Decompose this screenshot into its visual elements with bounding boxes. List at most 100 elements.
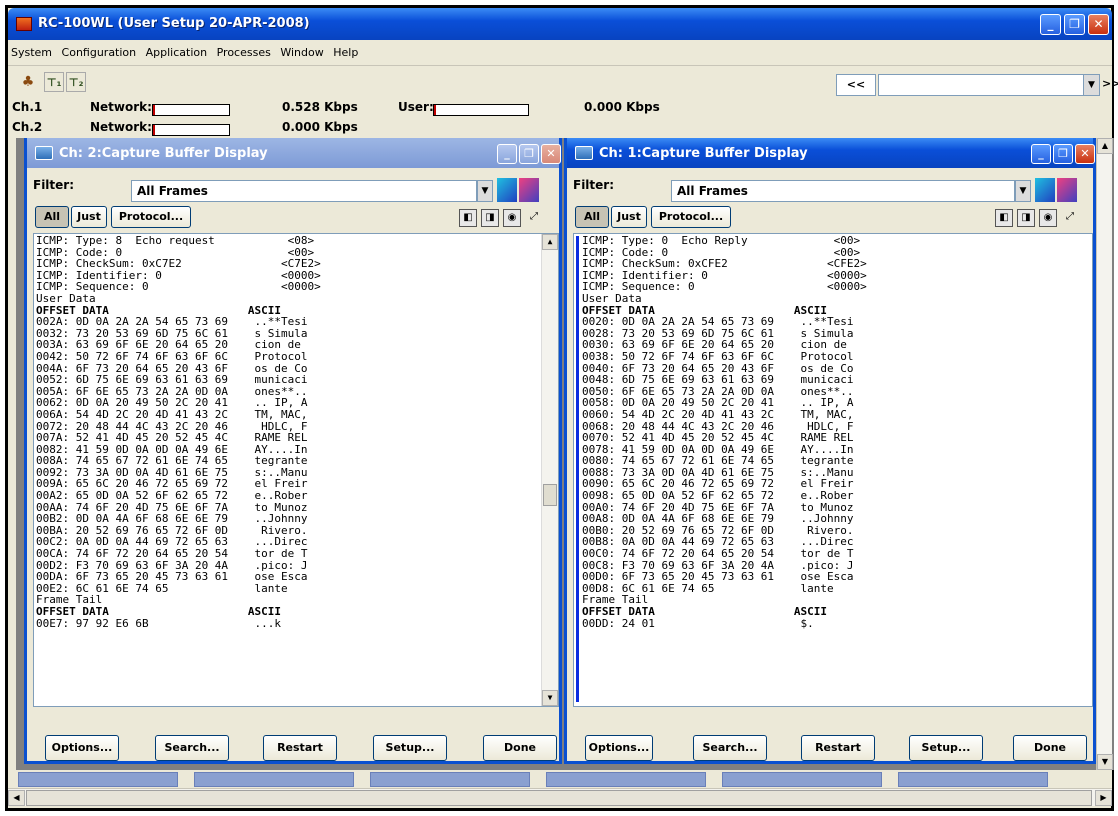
window-close-button[interactable]: ✕	[541, 144, 561, 164]
dump-line[interactable]: 00CA: 74 6F 72 20 64 65 20 54 tor de T	[36, 548, 558, 560]
capture-dump[interactable]: ICMP: Type: 0 Echo Reply <00> ICMP: Code:…	[573, 233, 1093, 707]
filter-edit-icon[interactable]	[497, 178, 517, 202]
dump-line[interactable]: 0038: 50 72 6F 74 6F 63 6F 6C Protocol	[582, 351, 1092, 363]
just-button[interactable]: Just	[611, 206, 647, 228]
close-button[interactable]: ✕	[1088, 14, 1109, 35]
dump-line[interactable]: 002A: 0D 0A 2A 2A 54 65 73 69 ..**Tesi	[36, 316, 558, 328]
dump-line[interactable]: 0098: 65 0D 0A 52 6F 62 65 72 e..Rober	[582, 490, 1092, 502]
scroll-thumb[interactable]	[543, 484, 557, 506]
dump-scrollbar[interactable]: ▲ ▼	[541, 234, 558, 706]
channel-2-icon[interactable]: ⊤₂	[66, 72, 86, 92]
dump-line[interactable]: 00E7: 97 92 E6 6B ...k	[36, 617, 558, 630]
menu-window[interactable]: Window	[277, 40, 326, 59]
capture-window-ch1[interactable]: Ch: 1:Capture Buffer Display _ ❐ ✕ Filte…	[564, 138, 1096, 764]
minimized-window[interactable]	[194, 772, 354, 787]
dump-line[interactable]: 0052: 6D 75 6E 69 63 61 63 69 municaci	[36, 374, 558, 386]
done-button[interactable]: Done	[1013, 735, 1087, 761]
menu-application[interactable]: Application	[143, 40, 210, 59]
dump-line[interactable]: 00A2: 65 0D 0A 52 6F 62 65 72 e..Rober	[36, 490, 558, 502]
user-setup-icon[interactable]: ♣	[18, 72, 38, 92]
nav-dropdown-arrow[interactable]: ▼	[1083, 74, 1100, 96]
dump-line[interactable]: 00C0: 74 6F 72 20 64 65 20 54 tor de T	[582, 548, 1092, 560]
nav-next-button[interactable]: >>	[1102, 74, 1118, 96]
window-minimize-button[interactable]: _	[497, 144, 517, 164]
dump-line[interactable]: 0070: 52 41 4D 45 20 52 45 4C RAME REL	[582, 432, 1092, 444]
dump-line[interactable]: ICMP: Type: 0 Echo Reply <00>	[582, 235, 1092, 247]
search-button[interactable]: Search...	[693, 735, 767, 761]
minimized-window[interactable]	[370, 772, 530, 787]
window-maximize-button[interactable]: ❐	[1053, 144, 1073, 164]
dump-line[interactable]: 00E2: 6C 61 6E 74 65 lante	[36, 583, 558, 595]
nav-input[interactable]	[878, 74, 1084, 96]
search-back-icon[interactable]: ◧	[995, 209, 1013, 227]
dump-line[interactable]: ICMP: Sequence: 0 <0000>	[36, 281, 558, 293]
horizontal-scrollbar[interactable]: ◀ ▶	[8, 788, 1112, 806]
zoom-icon[interactable]: ◉	[1039, 209, 1057, 227]
minimized-window[interactable]	[18, 772, 178, 787]
search-forward-icon[interactable]: ◨	[1017, 209, 1035, 227]
setup-button[interactable]: Setup...	[373, 735, 447, 761]
filter-select[interactable]: All Frames	[131, 180, 477, 202]
window-maximize-button[interactable]: ❐	[519, 144, 539, 164]
dump-line[interactable]: 0042: 50 72 6F 74 6F 63 6F 6C Protocol	[36, 351, 558, 363]
scroll-down-arrow[interactable]: ▼	[542, 690, 558, 706]
filter-dropdown-arrow[interactable]: ▼	[1015, 180, 1031, 202]
dump-line[interactable]: OFFSET DATA ASCII	[582, 606, 1092, 618]
dump-line[interactable]: User Data	[36, 293, 558, 305]
dump-line[interactable]: ICMP: Sequence: 0 <0000>	[582, 281, 1092, 293]
menu-processes[interactable]: Processes	[214, 40, 274, 59]
window-close-button[interactable]: ✕	[1075, 144, 1095, 164]
protocol-button[interactable]: Protocol...	[111, 206, 191, 228]
mdi-vertical-scrollbar[interactable]: ▲ ▼	[1096, 138, 1113, 770]
dump-line[interactable]: 007A: 52 41 4D 45 20 52 45 4C RAME REL	[36, 432, 558, 444]
dump-line[interactable]: OFFSET DATA ASCII	[36, 606, 558, 618]
filter-protocol-icon[interactable]	[1057, 178, 1077, 202]
search-back-icon[interactable]: ◧	[459, 209, 477, 227]
restart-button[interactable]: Restart	[263, 735, 337, 761]
mdi-scroll-up-arrow[interactable]: ▲	[1097, 138, 1113, 154]
search-forward-icon[interactable]: ◨	[481, 209, 499, 227]
filter-protocol-icon[interactable]	[519, 178, 539, 202]
dump-line[interactable]: User Data	[582, 293, 1092, 305]
capture-window-titlebar[interactable]: Ch: 1:Capture Buffer Display _ ❐ ✕	[567, 138, 1095, 168]
options-button[interactable]: Options...	[585, 735, 653, 761]
setup-button[interactable]: Setup...	[909, 735, 983, 761]
protocol-button[interactable]: Protocol...	[651, 206, 731, 228]
minimize-button[interactable]: _	[1040, 14, 1061, 35]
maximize-button[interactable]: ❐	[1064, 14, 1085, 35]
filter-edit-icon[interactable]	[1035, 178, 1055, 202]
dump-line[interactable]: 00D8: 6C 61 6E 74 65 lante	[582, 583, 1092, 595]
filter-select[interactable]: All Frames	[671, 180, 1015, 202]
options-button[interactable]: Options...	[45, 735, 119, 761]
dump-line[interactable]: 0048: 6D 75 6E 69 63 61 63 69 municaci	[582, 374, 1092, 386]
app-titlebar[interactable]: RC-100WL (User Setup 20-APR-2008) _ ❐ ✕	[8, 8, 1112, 40]
zoom-icon[interactable]: ◉	[503, 209, 521, 227]
just-button[interactable]: Just	[71, 206, 107, 228]
menu-configuration[interactable]: Configuration	[59, 40, 140, 59]
dump-line[interactable]: 0060: 54 4D 2C 20 4D 41 43 2C TM, MAC,	[582, 409, 1092, 421]
dump-line[interactable]: 00DD: 24 01 $.	[582, 617, 1092, 630]
capture-dump[interactable]: ICMP: Type: 8 Echo request <08> ICMP: Cod…	[33, 233, 559, 707]
dump-line[interactable]: 006A: 54 4D 2C 20 4D 41 43 2C TM, MAC,	[36, 409, 558, 421]
horizontal-scroll-thumb[interactable]	[26, 790, 1092, 806]
minimized-window[interactable]	[898, 772, 1048, 787]
search-button[interactable]: Search...	[155, 735, 229, 761]
menu-system[interactable]: System	[8, 40, 55, 59]
filter-dropdown-arrow[interactable]: ▼	[477, 180, 493, 202]
channel-1-icon[interactable]: ⊤₁	[44, 72, 64, 92]
scroll-left-arrow[interactable]: ◀	[8, 790, 25, 806]
mdi-scroll-down-arrow[interactable]: ▼	[1097, 754, 1113, 770]
expand-icon[interactable]: ⤢	[525, 209, 543, 227]
all-button[interactable]: All	[35, 206, 69, 228]
nav-prev-button[interactable]: <<	[836, 74, 876, 96]
done-button[interactable]: Done	[483, 735, 557, 761]
window-minimize-button[interactable]: _	[1031, 144, 1051, 164]
scroll-up-arrow[interactable]: ▲	[542, 234, 558, 250]
dump-line[interactable]: 0020: 0D 0A 2A 2A 54 65 73 69 ..**Tesi	[582, 316, 1092, 328]
menu-help[interactable]: Help	[330, 40, 361, 59]
minimized-window[interactable]	[546, 772, 706, 787]
capture-window-ch2[interactable]: Ch: 2:Capture Buffer Display _ ❐ ✕ Filte…	[24, 138, 562, 764]
expand-icon[interactable]: ⤢	[1061, 209, 1079, 227]
scroll-right-arrow[interactable]: ▶	[1095, 790, 1112, 806]
all-button[interactable]: All	[575, 206, 609, 228]
